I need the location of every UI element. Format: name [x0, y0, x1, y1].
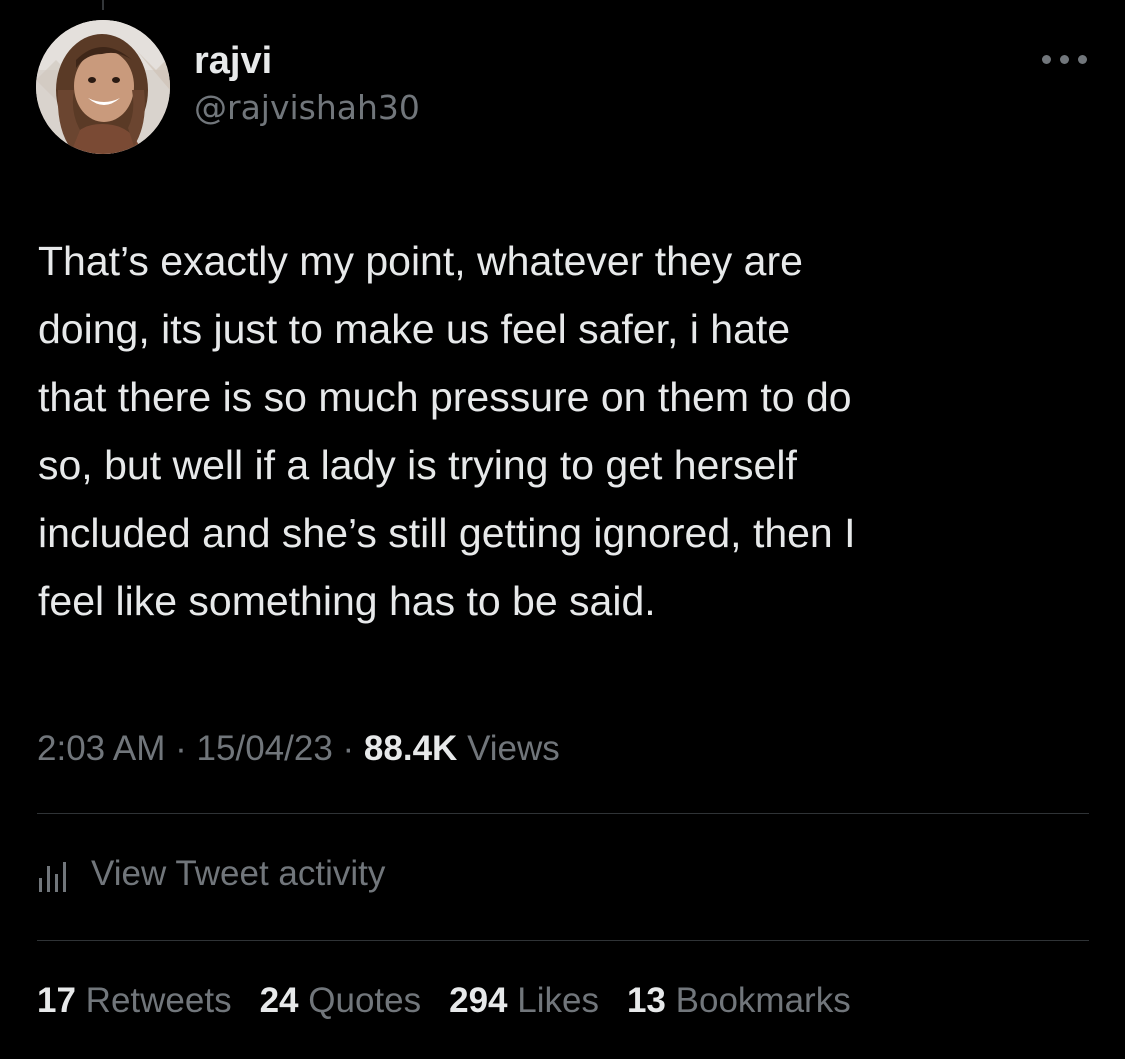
bookmarks-label: Bookmarks	[675, 981, 851, 1020]
tweet-meta: 2:03 AM · 15/04/23 · 88.4K Views	[37, 724, 560, 774]
more-horizontal-icon-dot	[1078, 55, 1087, 64]
author-handle[interactable]: @rajvishah30	[194, 86, 420, 130]
quotes-count: 24	[259, 981, 299, 1020]
view-tweet-activity-label: View Tweet activity	[91, 854, 386, 893]
tweet-time[interactable]: 2:03 AM	[37, 729, 165, 768]
more-horizontal-icon-dot	[1042, 55, 1051, 64]
more-horizontal-icon-dot	[1060, 55, 1069, 64]
retweets-label: Retweets	[85, 981, 232, 1020]
bar-chart-icon	[37, 856, 77, 892]
likes-label: Likes	[517, 981, 599, 1020]
bookmarks-count: 13	[626, 981, 666, 1020]
avatar-image	[36, 20, 170, 154]
divider	[37, 813, 1089, 814]
tweet-body-text: That’s exactly my point, whatever they a…	[38, 238, 856, 624]
retweets-count: 17	[37, 981, 76, 1020]
view-tweet-activity-button[interactable]: View Tweet activity	[37, 846, 385, 902]
retweets-stat[interactable]: 17 Retweets	[37, 975, 232, 1027]
meta-separator: ·	[175, 729, 187, 768]
thread-connector-line	[102, 0, 104, 10]
likes-count: 294	[449, 981, 508, 1020]
tweet-header: rajvi @rajvishah30	[36, 20, 1090, 160]
tweet-stats: 17 Retweets 24 Quotes 294 Likes 13 Bookm…	[37, 975, 879, 1027]
views-count: 88.4K	[363, 729, 458, 768]
author-display-name[interactable]: rajvi	[194, 38, 420, 84]
author-names: rajvi @rajvishah30	[194, 38, 420, 130]
avatar[interactable]	[36, 20, 170, 154]
quotes-stat[interactable]: 24 Quotes	[260, 975, 422, 1027]
tweet-date[interactable]: 15/04/23	[197, 729, 333, 768]
meta-separator: ·	[342, 729, 355, 768]
bookmarks-stat[interactable]: 13 Bookmarks	[627, 975, 851, 1027]
likes-stat[interactable]: 294 Likes	[449, 975, 599, 1027]
quotes-label: Quotes	[308, 981, 422, 1020]
more-options-button[interactable]	[1040, 48, 1090, 68]
views-label: Views	[467, 729, 560, 768]
divider	[37, 940, 1089, 941]
